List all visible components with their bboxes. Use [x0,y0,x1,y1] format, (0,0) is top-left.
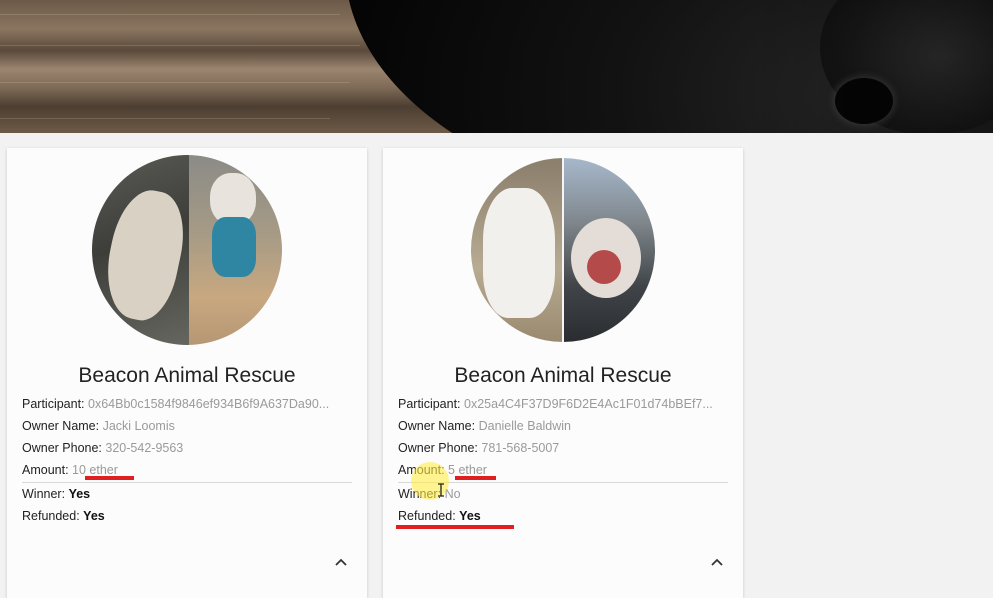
amount-value: 10 ether [72,463,118,477]
participant-label: Participant: [398,397,461,411]
winner-row: Winner: Yes [22,484,352,506]
pet-card: Beacon Animal Rescue Participant: 0x25a4… [383,148,743,598]
winner-label: Winner: [22,487,66,501]
participant-address: 0x64Bb0c1584f9846ef934B6f9A637Da90... [88,397,330,411]
header-banner-image [0,0,993,133]
card-title: Beacon Animal Rescue [78,364,296,387]
owner-phone-label: Owner Phone: [398,441,478,455]
pet-card: Beacon Animal Rescue Participant: 0x64Bb… [7,148,367,598]
owner-phone-row: Owner Phone: 781-568-5007 [398,438,728,460]
owner-name-value: Jacki Loomis [102,419,175,433]
refunded-row: Refunded: Yes [22,506,352,528]
owner-phone-label: Owner Phone: [22,441,102,455]
owner-phone-value: 320-542-9563 [105,441,184,455]
participant-label: Participant: [22,397,85,411]
amount-value: 5 ether [448,463,487,477]
pet-photo-avatar [92,155,282,345]
divider [22,482,352,483]
text-cursor-icon [438,483,444,497]
amount-row: Amount: 10 ether [22,460,352,482]
refunded-value: Yes [459,509,481,523]
annotation-underline [396,525,514,529]
participant-row: Participant: 0x64Bb0c1584f9846ef934B6f9A… [22,394,352,416]
owner-name-label: Owner Name: [398,419,476,433]
participant-address: 0x25a4C4F37D9F6D2E4Ac1F01d74bBEf7... [464,397,713,411]
annotation-underline [85,476,134,480]
participant-row: Participant: 0x25a4C4F37D9F6D2E4Ac1F01d7… [398,394,728,416]
owner-name-value: Danielle Baldwin [478,419,572,433]
owner-name-row: Owner Name: Danielle Baldwin [398,416,728,438]
amount-label: Amount: [22,463,69,477]
refunded-label: Refunded: [398,509,456,523]
card-title: Beacon Animal Rescue [454,364,672,387]
owner-name-label: Owner Name: [22,419,100,433]
pet-photo-avatar [471,158,655,342]
annotation-underline [455,476,496,480]
chevron-up-icon[interactable] [709,554,725,570]
chevron-up-icon[interactable] [333,554,349,570]
owner-name-row: Owner Name: Jacki Loomis [22,416,352,438]
refunded-label: Refunded: [22,509,80,523]
owner-phone-row: Owner Phone: 320-542-9563 [22,438,352,460]
refunded-value: Yes [83,509,105,523]
winner-value: Yes [68,487,91,501]
owner-phone-value: 781-568-5007 [481,441,560,455]
